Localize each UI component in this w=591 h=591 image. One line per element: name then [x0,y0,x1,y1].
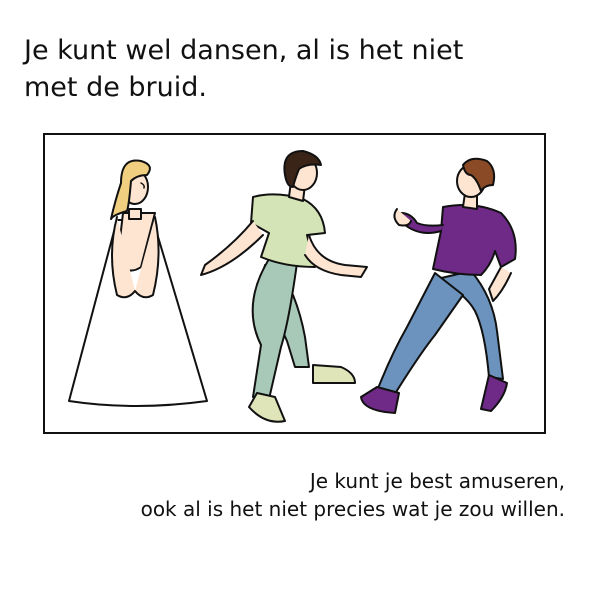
dancer-green-shirt-figure [200,150,368,423]
caption-line-2: ook al is het niet precies wat je zou wi… [140,497,565,521]
page-title: Je kunt wel dansen, al is het niet met d… [24,32,564,106]
title-line-2: met de bruid. [24,72,207,103]
dancer-purple-shirt-figure [360,157,517,414]
title-line-1: Je kunt wel dansen, al is het niet [24,35,464,66]
caption: Je kunt je best amuseren, ook al is het … [141,467,565,523]
bride-figure [68,159,208,407]
caption-line-1: Je kunt je best amuseren, [309,469,565,493]
dancing-illustration [68,150,517,423]
illustration-panel [43,133,546,434]
